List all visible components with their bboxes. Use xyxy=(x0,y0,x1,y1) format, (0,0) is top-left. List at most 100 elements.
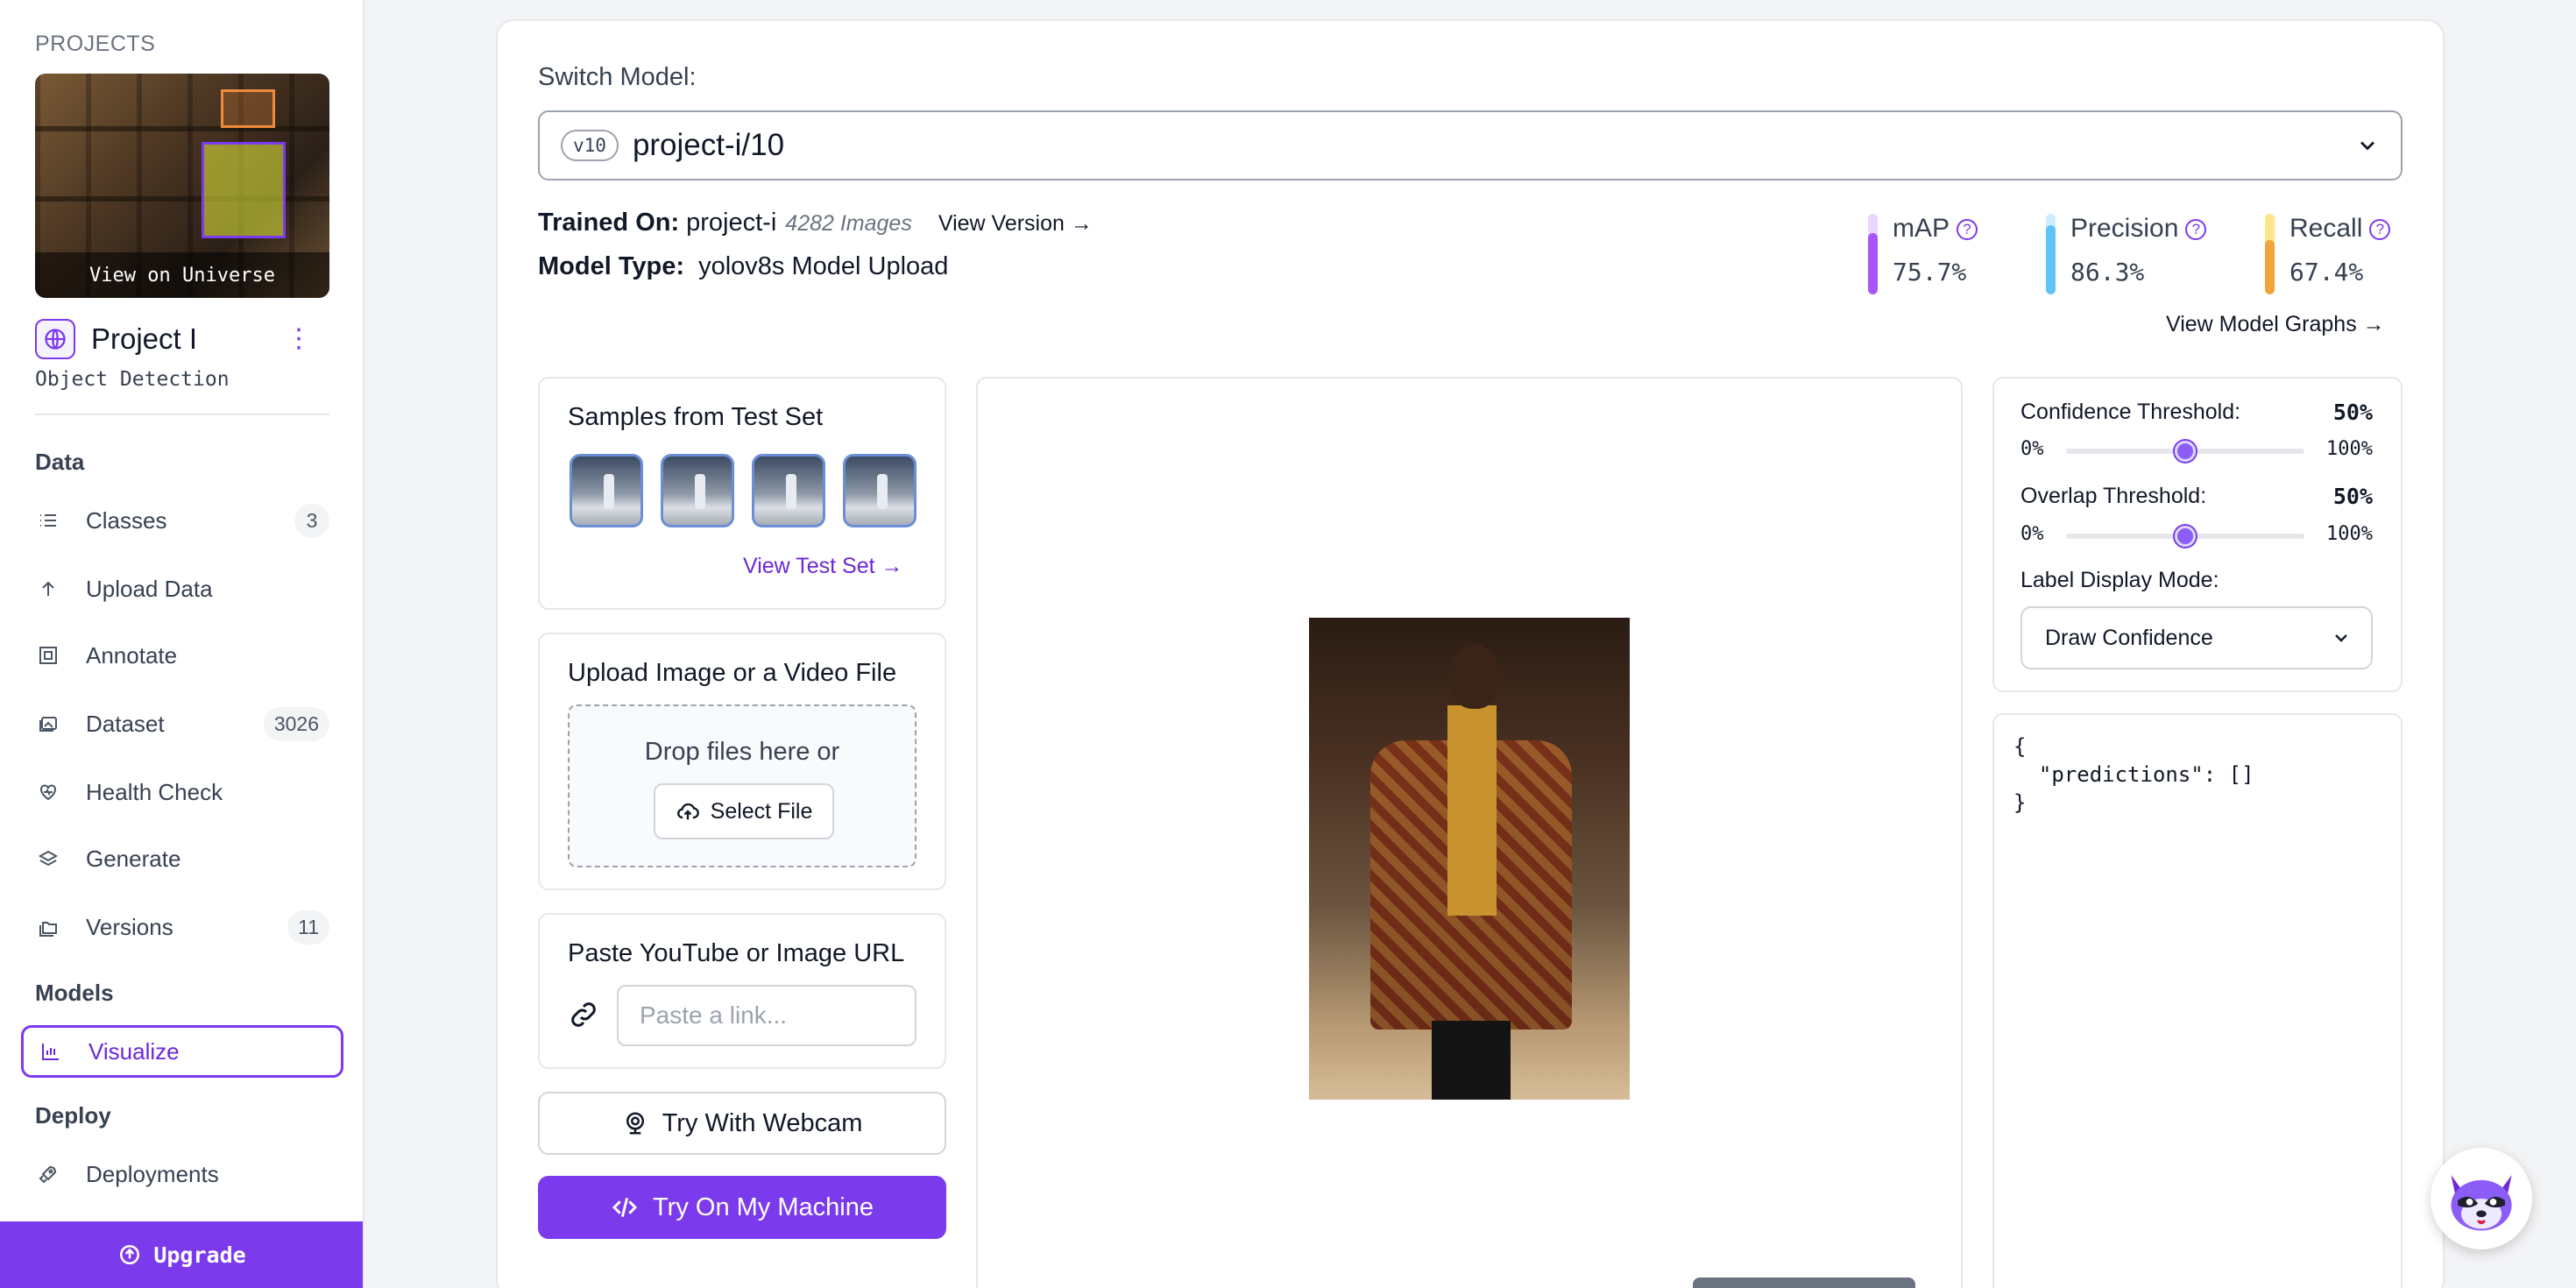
sample-thumbnail[interactable] xyxy=(570,454,643,527)
label-display-mode-select[interactable]: Draw Confidence xyxy=(2020,606,2373,669)
overlap-threshold-value: 50% xyxy=(2332,484,2373,509)
sidebar-item-label: Classes xyxy=(86,506,167,534)
sidebar-item-label: Health Check xyxy=(86,778,223,805)
confidence-threshold-label: Confidence Threshold: xyxy=(2020,400,2241,424)
sidebar-item-label: Visualize xyxy=(88,1037,180,1065)
sidebar-item-annotate[interactable]: Annotate xyxy=(35,633,329,678)
model-type-value: yolov8s Model Upload xyxy=(698,252,949,280)
view-version-label: View Version xyxy=(938,211,1065,236)
rocket-icon xyxy=(35,1161,61,1187)
project-type: Object Detection xyxy=(35,368,230,391)
view-model-graphs-label: View Model Graphs xyxy=(2166,312,2357,336)
sidebar-item-visualize[interactable]: Visualize xyxy=(21,1025,343,1078)
help-icon[interactable]: ? xyxy=(1957,219,1978,241)
select-file-button[interactable]: Select File xyxy=(654,783,834,839)
range-max: 100% xyxy=(2326,438,2373,460)
metric-bar xyxy=(1868,214,1878,294)
chevron-down-icon xyxy=(2335,634,2347,642)
help-mascot-button[interactable] xyxy=(2431,1148,2532,1249)
count-badge: 3026 xyxy=(263,706,329,741)
range-max: 100% xyxy=(2326,523,2373,545)
label-display-mode-label: Label Display Mode: xyxy=(2020,568,2219,592)
metric-bar-fill xyxy=(2265,240,2275,294)
photo-legs xyxy=(1432,1021,1511,1100)
overlap-slider[interactable]: 0% 100% xyxy=(2020,523,2373,548)
view-model-graphs-link[interactable]: View Model Graphs → xyxy=(2166,312,2385,337)
confidence-slider[interactable]: 0% 100% xyxy=(2020,438,2373,463)
upgrade-button[interactable]: Upgrade xyxy=(0,1221,363,1288)
sidebar-item-dataset[interactable]: Dataset 3026 xyxy=(35,701,329,747)
metric-value: 75.7% xyxy=(1893,258,1967,287)
sample-thumbnail[interactable] xyxy=(752,454,825,527)
paste-url-title: Paste YouTube or Image URL xyxy=(568,939,905,967)
try-webcam-button[interactable]: Try With Webcam xyxy=(538,1092,946,1155)
metric-bar-fill xyxy=(2046,224,2056,294)
preview-scrollbar[interactable] xyxy=(1693,1277,1915,1288)
confidence-threshold-value: 50% xyxy=(2332,400,2373,425)
count-badge: 11 xyxy=(287,909,329,945)
metric-name: mAP xyxy=(1893,214,1950,243)
sidebar-item-label: Annotate xyxy=(86,641,178,669)
sidebar: PROJECTS View on Universe Project I ⋮ Ob… xyxy=(0,0,364,1288)
metric-name: Precision xyxy=(2070,214,2179,243)
sidebar-item-label: Generate xyxy=(86,845,181,872)
arrow-up-icon xyxy=(35,576,61,602)
upload-circle-icon xyxy=(120,1244,140,1265)
arrow-right-icon: → xyxy=(2362,312,2385,336)
more-options-icon[interactable]: ⋮ xyxy=(286,326,312,352)
sidebar-item-generate[interactable]: Generate xyxy=(35,836,329,881)
url-input[interactable] xyxy=(617,985,916,1046)
metric-bar xyxy=(2265,214,2275,294)
annotate-icon xyxy=(35,642,61,669)
sidebar-item-upload-data[interactable]: Upload Data xyxy=(35,566,329,612)
trained-on-value: project-i xyxy=(686,209,777,237)
view-on-universe-link[interactable]: View on Universe xyxy=(35,252,329,298)
file-dropzone[interactable]: Drop files here or Select File xyxy=(568,704,916,867)
metric-name: Recall xyxy=(2289,214,2363,243)
section-title-data: Data xyxy=(35,449,85,475)
sidebar-item-deployments[interactable]: Deployments xyxy=(35,1151,329,1197)
section-title-models: Models xyxy=(35,980,114,1006)
help-icon[interactable]: ? xyxy=(2369,219,2391,241)
view-version-link[interactable]: View Version → xyxy=(938,211,1093,237)
chevron-down-icon xyxy=(2360,141,2374,151)
samples-title: Samples from Test Set xyxy=(568,403,824,431)
count-badge: 3 xyxy=(294,503,329,538)
slider-knob[interactable] xyxy=(2175,526,2196,547)
range-min: 0% xyxy=(2020,523,2044,545)
link-icon xyxy=(568,999,599,1035)
label-display-mode-value: Draw Confidence xyxy=(2045,625,2213,650)
folders-icon xyxy=(35,914,61,940)
slider-knob[interactable] xyxy=(2175,441,2196,462)
range-min: 0% xyxy=(2020,438,2044,460)
select-file-label: Select File xyxy=(710,798,813,824)
projects-heading: PROJECTS xyxy=(35,32,156,56)
sidebar-item-versions[interactable]: Versions 11 xyxy=(35,904,329,950)
json-output: { "predictions": [] } xyxy=(2013,734,2254,815)
model-version-pill: v10 xyxy=(561,130,619,161)
sidebar-item-label: Deployments xyxy=(86,1160,219,1187)
trained-on-label: Trained On: xyxy=(538,209,680,237)
slider-track[interactable] xyxy=(2066,441,2304,462)
metric-value: 86.3% xyxy=(2070,258,2145,287)
sidebar-item-health-check[interactable]: Health Check xyxy=(35,769,329,815)
sidebar-item-classes[interactable]: Classes 3 xyxy=(35,498,329,543)
metric-bar-fill xyxy=(1868,233,1878,294)
sample-thumbnail[interactable] xyxy=(661,454,734,527)
help-icon[interactable]: ? xyxy=(2185,219,2207,241)
drop-text: Drop files here or xyxy=(644,738,840,766)
project-thumbnail[interactable]: View on Universe xyxy=(35,74,329,298)
thumbnail-shelf xyxy=(35,126,329,131)
list-icon xyxy=(35,507,61,534)
view-test-set-link[interactable]: View Test Set → xyxy=(743,554,903,579)
arrow-right-icon: → xyxy=(881,554,903,578)
trained-images-count: 4282 Images xyxy=(785,211,912,236)
overlap-threshold-label: Overlap Threshold: xyxy=(2020,484,2207,508)
preview-image xyxy=(1309,618,1630,1100)
slider-track[interactable] xyxy=(2066,526,2304,547)
metric-bar xyxy=(2046,214,2056,294)
sample-thumbnail[interactable] xyxy=(843,454,916,527)
raccoon-icon xyxy=(2451,1175,2512,1231)
model-select[interactable]: v10 project-i/10 xyxy=(538,110,2403,180)
try-on-machine-button[interactable]: Try On My Machine xyxy=(538,1176,946,1239)
